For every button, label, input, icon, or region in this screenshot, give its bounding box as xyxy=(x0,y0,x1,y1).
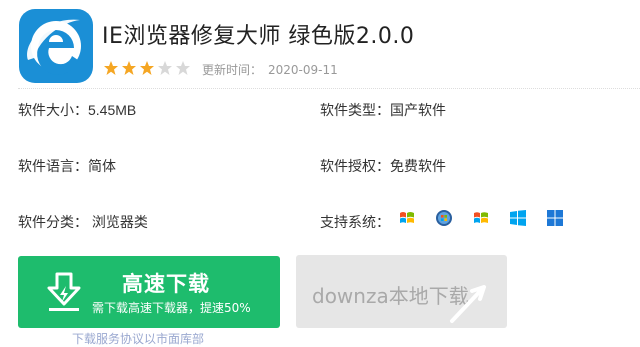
os-icon-list xyxy=(398,209,564,227)
software-language: 软件语言：简体 xyxy=(18,158,116,174)
fast-download-label: 高速下载 xyxy=(122,272,210,296)
download-arrow-icon xyxy=(47,272,81,311)
star-empty-icon xyxy=(158,61,172,75)
software-size: 软件大小：5.45MB xyxy=(18,102,137,118)
windows-vista-icon xyxy=(436,210,452,226)
windows-10-icon xyxy=(547,210,563,226)
download-service-agreement-link[interactable]: 下载服务协议以市面库部 xyxy=(72,330,204,347)
fast-download-button[interactable]: 高速下载 需下载高速下载器，提速50% xyxy=(18,256,280,328)
star-filled-icon xyxy=(122,61,136,75)
windows-8-icon xyxy=(510,210,526,226)
star-empty-icon xyxy=(176,61,190,75)
update-date-label: 更新时间： xyxy=(202,63,263,77)
star-filled-icon xyxy=(104,61,118,75)
update-date: 更新时间： 2020-09-11 xyxy=(202,61,338,78)
supported-systems-label: 支持系统： xyxy=(320,214,390,230)
local-download-button[interactable]: downza本地下载 xyxy=(296,255,507,328)
arrow-icon xyxy=(450,285,486,323)
ie-logo-icon xyxy=(19,9,93,83)
update-date-value: 2020-09-11 xyxy=(268,63,338,77)
app-title: IE浏览器修复大师 绿色版2.0.0 xyxy=(102,24,415,49)
fast-download-sublabel: 需下载高速下载器，提速50% xyxy=(92,301,251,315)
software-license: 软件授权：免费软件 xyxy=(320,158,446,174)
windows-xp-icon xyxy=(400,212,414,223)
divider xyxy=(18,88,640,89)
windows-7-icon xyxy=(474,212,488,223)
star-filled-icon xyxy=(140,61,154,75)
star-rating xyxy=(103,60,191,76)
software-type: 软件类型：国产软件 xyxy=(320,102,446,118)
software-category: 软件分类： 浏览器类 xyxy=(18,214,148,230)
